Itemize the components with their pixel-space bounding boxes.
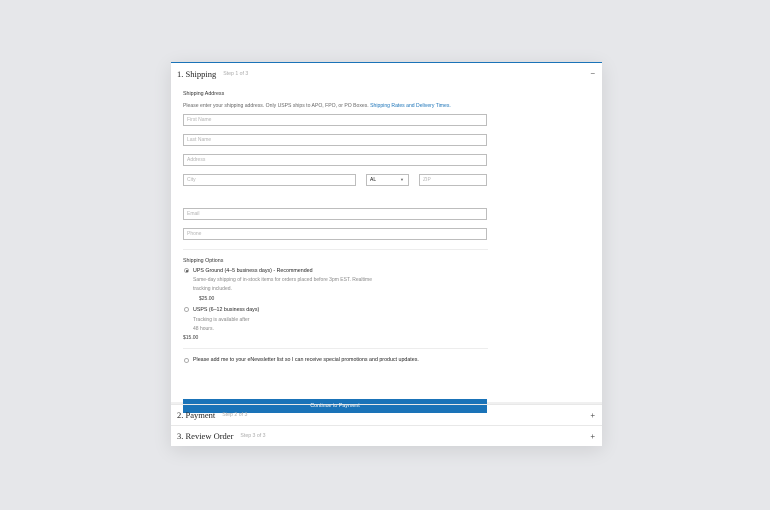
- usps-label: USPS (6–12 business days): [193, 307, 260, 313]
- payment-section-header[interactable]: 2. Payment Step 2 of 3 +: [171, 404, 602, 425]
- shipping-step-indicator: Step 1 of 3: [223, 71, 249, 77]
- usps-desc-line1: Tracking is available after: [193, 317, 250, 323]
- first-name-input[interactable]: First Name: [183, 114, 487, 126]
- ups-ground-radio[interactable]: [184, 268, 189, 273]
- caret-down-icon: ▼: [400, 177, 404, 182]
- shipping-section-title: 1. Shipping: [177, 69, 217, 79]
- shipping-rates-link[interactable]: Shipping Rates and Delivery Times.: [370, 103, 451, 109]
- divider: [183, 249, 488, 250]
- ups-ground-label: UPS Ground (4–5 business days) - Recomme…: [193, 268, 313, 274]
- review-order-section-title: 3. Review Order: [177, 431, 234, 441]
- usps-price: $15.00: [183, 335, 199, 341]
- ups-ground-price: $25.00: [199, 296, 215, 302]
- checkout-card: 1. Shipping Step 1 of 3 − Shipping Addre…: [171, 62, 602, 446]
- shipping-section-body: Shipping Address Please enter your shipp…: [171, 85, 602, 413]
- usps-radio[interactable]: [184, 307, 189, 312]
- city-input[interactable]: City: [183, 174, 356, 186]
- review-order-step-indicator: Step 3 of 3: [240, 433, 266, 439]
- newsletter-label: Please add me to your eNewsletter list s…: [193, 357, 419, 363]
- usps-desc-line2: 48 hours.: [193, 326, 214, 332]
- collapse-icon[interactable]: −: [590, 69, 595, 79]
- shipping-options-heading: Shipping Options: [183, 258, 224, 264]
- shipping-section-header[interactable]: 1. Shipping Step 1 of 3 −: [171, 62, 602, 85]
- last-name-input[interactable]: Last Name: [183, 134, 487, 146]
- zip-input[interactable]: ZIP: [419, 174, 487, 186]
- address-input[interactable]: Address: [183, 154, 487, 166]
- shipping-note-text: Please enter your shipping address. Only…: [183, 103, 369, 109]
- shipping-address-note: Please enter your shipping address. Only…: [183, 103, 590, 109]
- plus-icon[interactable]: +: [590, 432, 595, 442]
- shipping-address-heading: Shipping Address: [183, 91, 225, 97]
- phone-input[interactable]: Phone: [183, 228, 487, 240]
- state-select[interactable]: AL ▼: [366, 174, 409, 186]
- divider: [183, 348, 488, 349]
- ups-ground-desc-line2: tracking included.: [193, 286, 232, 292]
- payment-section-title: 2. Payment: [177, 410, 216, 420]
- newsletter-checkbox[interactable]: [184, 358, 189, 363]
- plus-icon[interactable]: +: [590, 411, 595, 421]
- payment-step-indicator: Step 2 of 3: [222, 412, 248, 418]
- review-order-section-header[interactable]: 3. Review Order Step 3 of 3 +: [171, 425, 602, 446]
- email-input[interactable]: Email: [183, 208, 487, 220]
- state-select-value: AL: [370, 177, 377, 183]
- ups-ground-desc-line1: Same-day shipping of in-stock items for …: [193, 277, 372, 283]
